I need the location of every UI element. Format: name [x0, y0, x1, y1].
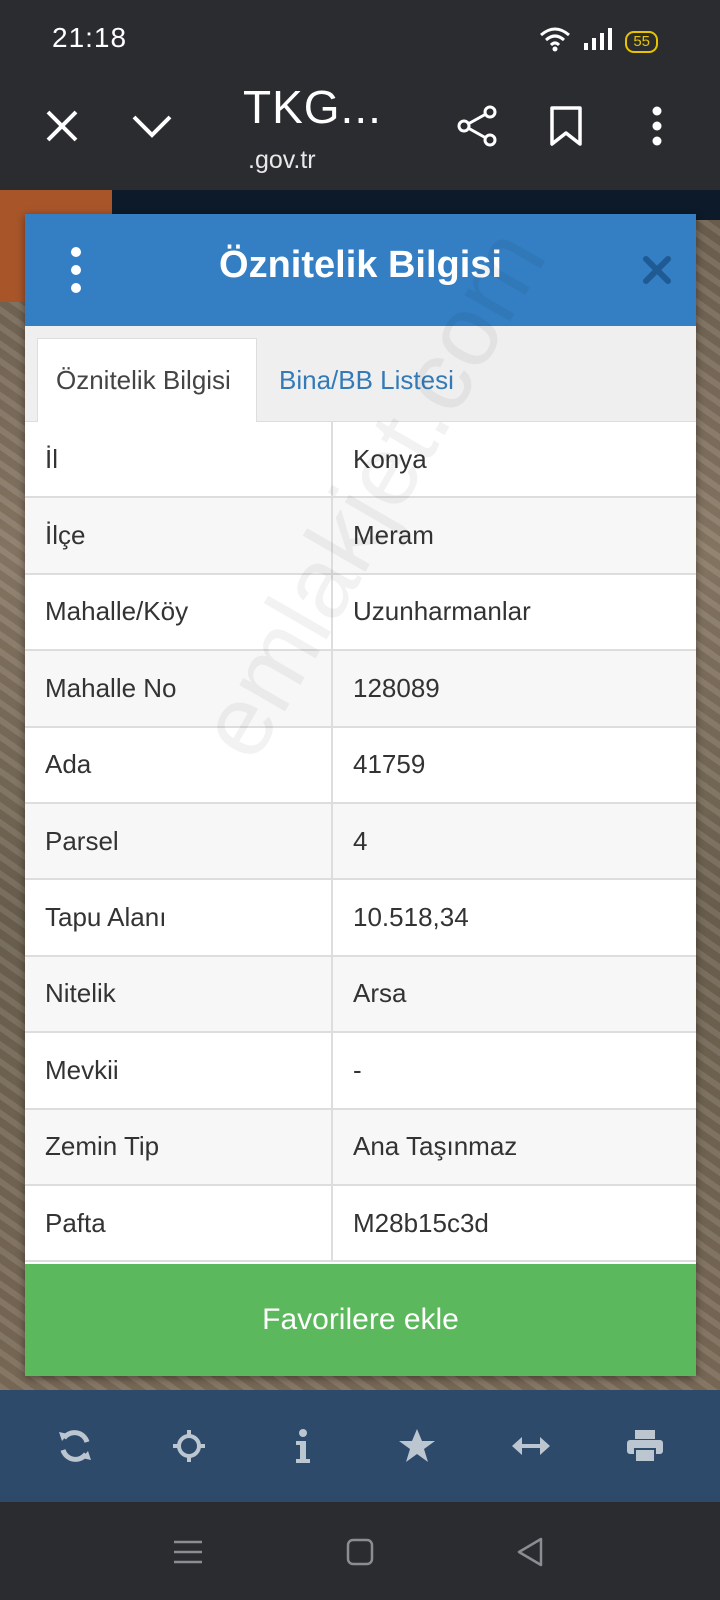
measure-button[interactable]: [501, 1416, 561, 1476]
share-button[interactable]: [448, 96, 508, 156]
row-label: Zemin Tip: [25, 1109, 333, 1184]
close-tab-button[interactable]: [32, 96, 92, 156]
map-toolbar: [0, 1390, 720, 1502]
table-row: Mahalle/Köy Uzunharmanlar: [25, 574, 696, 652]
info-button[interactable]: [273, 1416, 333, 1476]
arrows-horizontal-icon: [512, 1437, 550, 1455]
browser-toolbar: TKG... .gov.tr: [0, 80, 720, 190]
print-button[interactable]: [615, 1416, 675, 1476]
row-value: -: [353, 1054, 362, 1085]
back-button[interactable]: [502, 1524, 558, 1580]
recent-apps-button[interactable]: [160, 1524, 216, 1580]
table-row: Nitelik Arsa: [25, 956, 696, 1034]
modal-title: Öznitelik Bilgisi: [219, 244, 502, 286]
row-label: Tapu Alanı: [25, 880, 333, 955]
table-row: Mahalle No 128089: [25, 651, 696, 728]
locate-button[interactable]: [159, 1416, 219, 1476]
share-icon: [457, 105, 497, 147]
attribute-info-modal: Öznitelik Bilgisi Öznitelik Bilgisi Bina…: [25, 214, 696, 1376]
more-vertical-icon: [652, 106, 662, 146]
table-row: Zemin Tip Ana Taşınmaz: [25, 1109, 696, 1186]
table-row: İl Konya: [25, 422, 696, 499]
row-value: Arsa: [353, 978, 407, 1009]
wifi-icon: [539, 26, 571, 57]
square-icon: [346, 1538, 374, 1566]
collapse-button[interactable]: [122, 96, 182, 156]
row-label: Pafta: [25, 1185, 333, 1261]
row-value: Ana Taşınmaz: [353, 1131, 518, 1162]
status-icons: 55: [539, 26, 658, 57]
modal-header: Öznitelik Bilgisi: [25, 214, 696, 326]
menu-icon: [174, 1540, 202, 1564]
row-label: İl: [25, 422, 333, 497]
row-value: M28b15c3d: [353, 1207, 489, 1238]
signal-icon: [583, 27, 613, 56]
table-row: İlçe Meram: [25, 498, 696, 575]
info-icon: [296, 1429, 310, 1463]
close-icon: [643, 256, 671, 284]
row-value: Konya: [353, 443, 427, 474]
home-button[interactable]: [332, 1524, 388, 1580]
table-row: Tapu Alanı 10.518,34: [25, 880, 696, 957]
page-url: .gov.tr: [248, 146, 316, 174]
chevron-down-icon: [132, 115, 172, 138]
row-value: 4: [353, 825, 368, 856]
row-value: 10.518,34: [353, 902, 469, 933]
tab-strip: Öznitelik Bilgisi Bina/BB Listesi: [25, 326, 696, 422]
row-label: Ada: [25, 727, 333, 802]
crosshair-icon: [173, 1430, 205, 1462]
table-row: Pafta M28b15c3d: [25, 1185, 696, 1263]
row-value: 41759: [353, 749, 426, 780]
row-label: Mahalle/Köy: [25, 574, 333, 650]
close-icon: [46, 110, 78, 142]
table-row: Ada 41759: [25, 727, 696, 804]
table-row: Parsel 4: [25, 803, 696, 881]
row-label: Nitelik: [25, 956, 333, 1032]
system-nav-bar: [0, 1502, 720, 1600]
row-value: 128089: [353, 672, 440, 703]
tab-building-list[interactable]: Bina/BB Listesi: [261, 338, 472, 422]
row-value: Meram: [353, 520, 434, 551]
row-label: Mevkii: [25, 1033, 333, 1108]
more-options-button[interactable]: [627, 96, 687, 156]
row-value: Uzunharmanlar: [353, 596, 531, 627]
favorites-button[interactable]: [387, 1416, 447, 1476]
modal-close-button[interactable]: [629, 242, 685, 298]
bookmark-button[interactable]: [536, 96, 596, 156]
battery-indicator: 55: [625, 30, 658, 53]
bookmark-icon: [550, 106, 582, 146]
row-label: Parsel: [25, 803, 333, 879]
page-title: TKG...: [243, 81, 382, 133]
tab-attribute-info[interactable]: Öznitelik Bilgisi: [37, 338, 257, 422]
refresh-icon: [59, 1430, 91, 1462]
row-label: Mahalle No: [25, 651, 333, 726]
row-label: İlçe: [25, 498, 333, 573]
add-to-favorites-button[interactable]: Favorilere ekle: [25, 1264, 696, 1376]
print-icon: [627, 1430, 663, 1463]
status-bar: 21:18 55: [0, 0, 720, 80]
refresh-button[interactable]: [45, 1416, 105, 1476]
star-icon: [399, 1429, 435, 1462]
back-triangle-icon: [517, 1537, 543, 1567]
status-time: 21:18: [52, 22, 128, 53]
table-row: Mevkii -: [25, 1033, 696, 1110]
attribute-table: İl Konya İlçe Meram Mahalle/Köy Uzunharmanl…: [25, 422, 696, 1263]
